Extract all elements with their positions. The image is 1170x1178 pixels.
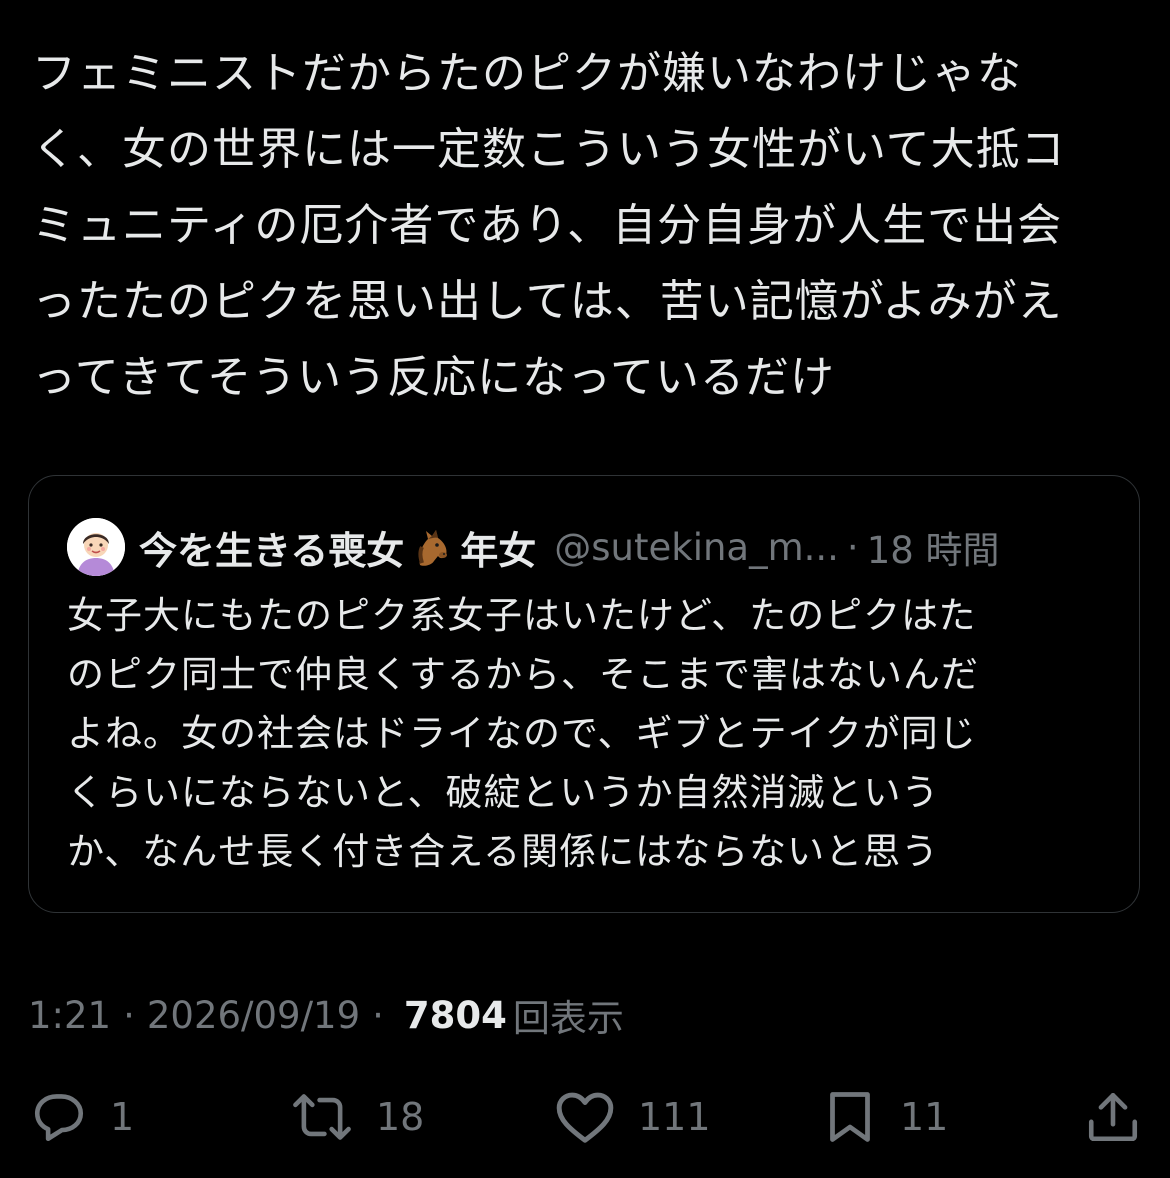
tweet-date[interactable]: 2026/09/19	[147, 994, 360, 1037]
retweet-button[interactable]: 18	[290, 1085, 424, 1149]
tweet-text: フェミニストだからたのピクが嫌いなわけじゃな く、女の世界には一定数こういう女性…	[32, 48, 1066, 403]
reply-icon	[30, 1088, 88, 1146]
share-icon	[1084, 1088, 1142, 1146]
action-bar: 1 18 111 11	[0, 1085, 1170, 1149]
quoted-handle[interactable]: @sutekina_m...	[554, 526, 839, 569]
bookmark-button[interactable]: 11	[822, 1085, 948, 1149]
quoted-display-name-suffix[interactable]: 年女	[460, 520, 536, 575]
quoted-tweet-card[interactable]: 今を生きる喪女 年女 @sutekina_m... · 18 時間 女子大にもた…	[28, 475, 1140, 913]
like-count: 111	[638, 1095, 711, 1139]
reply-button[interactable]: 1	[30, 1085, 134, 1149]
retweet-count: 18	[376, 1095, 425, 1139]
separator-dot: ·	[372, 993, 384, 1037]
separator-dot: ·	[123, 993, 135, 1037]
tweet-meta: 1:21 · 2026/09/19 · 7804 回表示	[28, 988, 624, 1042]
tweet-time[interactable]: 1:21	[28, 994, 111, 1037]
like-button[interactable]: 111	[554, 1085, 711, 1149]
quoted-timestamp[interactable]: 18 時間	[867, 520, 1000, 574]
bookmark-count: 11	[900, 1095, 949, 1139]
share-button[interactable]	[1084, 1085, 1142, 1149]
quoted-display-name[interactable]: 今を生きる喪女	[139, 520, 404, 575]
views-count[interactable]: 7804	[404, 994, 507, 1037]
horse-face-icon	[410, 525, 454, 569]
retweet-icon	[290, 1088, 354, 1146]
separator-dot: ·	[846, 525, 859, 569]
views-label[interactable]: 回表示	[513, 988, 624, 1042]
quoted-tweet-header: 今を生きる喪女 年女 @sutekina_m... · 18 時間	[67, 516, 1000, 578]
reply-count: 1	[110, 1095, 135, 1139]
avatar[interactable]	[67, 518, 125, 576]
quoted-tweet-text: 女子大にもたのピク系女子はいたけど、たのピクはた のピク同士で仲良くするから、そ…	[67, 594, 979, 873]
heart-icon	[554, 1088, 616, 1146]
bookmark-icon	[822, 1087, 878, 1147]
